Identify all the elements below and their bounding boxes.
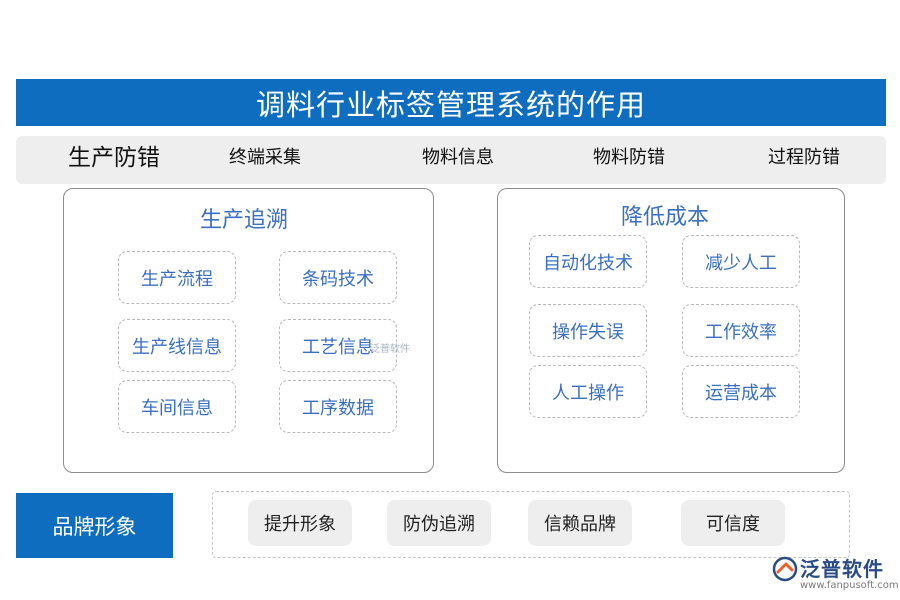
- anti-error-item: 终端采集: [229, 136, 301, 184]
- brand-item: 信赖品牌: [528, 500, 632, 546]
- brand-item: 提升形象: [248, 500, 352, 546]
- trace-item: 生产流程: [118, 251, 236, 304]
- logo-icon: [772, 556, 798, 582]
- logo-name: 泛普软件: [800, 553, 884, 582]
- brand-item: 防伪追溯: [387, 500, 491, 546]
- trace-item: 车间信息: [118, 380, 236, 433]
- brand-logo: 泛普软件 www.fanpusoft.com: [770, 553, 895, 597]
- brand-item: 可信度: [681, 500, 785, 546]
- cost-item: 人工操作: [529, 365, 647, 418]
- anti-error-item: 过程防错: [768, 136, 840, 184]
- watermark-text: 泛普软件: [370, 340, 410, 355]
- anti-error-item: 物料信息: [422, 136, 494, 184]
- cost-item: 减少人工: [682, 235, 800, 288]
- cost-panel-title: 降低成本: [497, 199, 833, 231]
- trace-item: 工序数据: [279, 380, 397, 433]
- brand-heading: 品牌形象: [16, 493, 173, 558]
- cost-item: 操作失误: [529, 304, 647, 357]
- cost-item: 自动化技术: [529, 235, 647, 288]
- cost-item: 工作效率: [682, 304, 800, 357]
- anti-error-item: 物料防错: [593, 136, 665, 184]
- trace-panel-title: 生产追溯: [63, 202, 425, 234]
- anti-error-row: 生产防错 终端采集 物料信息 物料防错 过程防错: [16, 136, 886, 184]
- cost-item: 运营成本: [682, 365, 800, 418]
- page-title: 调料行业标签管理系统的作用: [16, 79, 886, 126]
- logo-url: www.fanpusoft.com: [800, 580, 899, 591]
- trace-item: 条码技术: [279, 251, 397, 304]
- anti-error-heading: 生产防错: [68, 136, 160, 184]
- trace-item: 生产线信息: [118, 319, 236, 372]
